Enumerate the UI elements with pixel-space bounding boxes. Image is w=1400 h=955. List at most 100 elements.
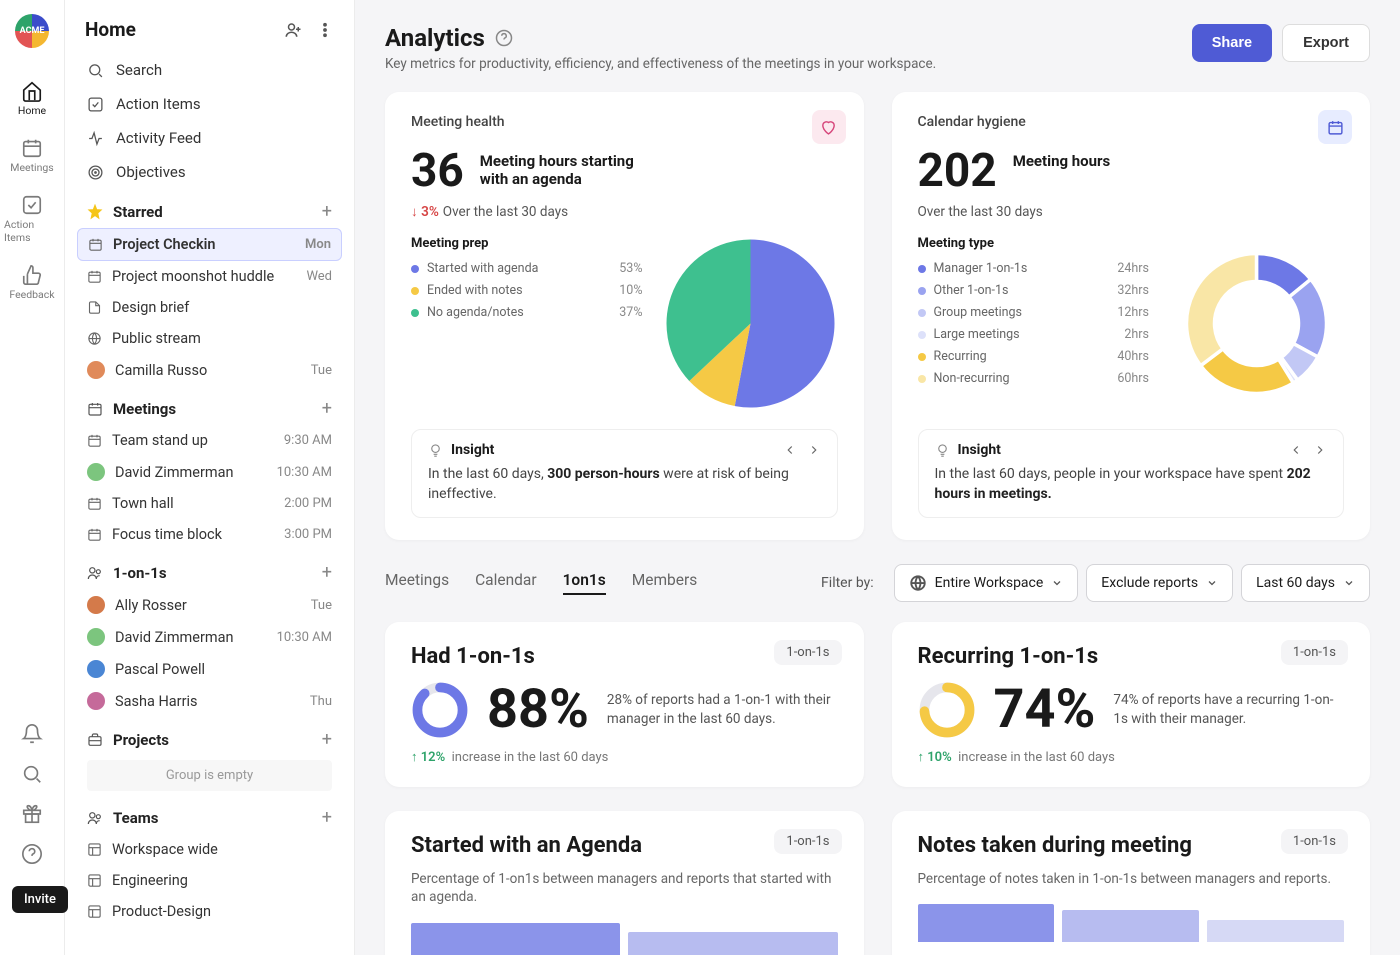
users-icon: [87, 810, 103, 826]
group-head-starred[interactable]: Starred+: [77, 189, 342, 228]
list-item[interactable]: David Zimmerman10:30 AM: [77, 621, 342, 653]
list-item[interactable]: Product-Design: [77, 896, 342, 927]
card-corner-tag: 1-on-1s: [774, 829, 841, 854]
filter-exclude-reports[interactable]: Exclude reports: [1086, 564, 1233, 602]
list-item[interactable]: Design brief: [77, 292, 342, 323]
tab-bar: MeetingsCalendar1on1sMembers Filter by: …: [385, 564, 1370, 602]
list-item[interactable]: Team stand up9:30 AM: [77, 425, 342, 456]
avatar: [87, 361, 105, 379]
gift-icon[interactable]: [21, 803, 43, 825]
check-square-icon: [87, 96, 104, 113]
list-item[interactable]: Workspace wide: [77, 834, 342, 865]
list-item[interactable]: Camilla RussoTue: [77, 354, 342, 386]
page-title: Analytics: [385, 24, 936, 52]
export-button[interactable]: Export: [1282, 24, 1370, 62]
bar-chart: [411, 923, 838, 955]
bulb-icon: [428, 443, 443, 458]
add-icon[interactable]: +: [322, 729, 332, 750]
empty-label: Group is empty: [87, 760, 332, 791]
arrow-right-icon[interactable]: [1313, 443, 1327, 457]
legend-row: Started with agenda53%: [411, 261, 643, 276]
search-icon[interactable]: [21, 763, 43, 785]
bulb-icon: [935, 443, 950, 458]
list-item[interactable]: Sasha HarrisThu: [77, 685, 342, 717]
calendar-icon: [87, 527, 102, 542]
page-subtitle: Key metrics for productivity, efficiency…: [385, 56, 936, 72]
rail-item-feedback[interactable]: Feedback: [4, 256, 60, 307]
group-head-teams[interactable]: Teams+: [77, 795, 342, 834]
chevron-down-icon: [1206, 577, 1218, 589]
list-item[interactable]: Public stream: [77, 323, 342, 354]
stat-percent: 74%: [994, 683, 1096, 737]
list-item[interactable]: Engineering: [77, 865, 342, 896]
donut-chart: [918, 681, 976, 739]
list-item[interactable]: Town hall2:00 PM: [77, 488, 342, 519]
sidebar-nav-activity-feed[interactable]: Activity Feed: [77, 121, 342, 155]
add-icon[interactable]: +: [322, 398, 332, 419]
list-item[interactable]: Ally RosserTue: [77, 589, 342, 621]
rail-item-home[interactable]: Home: [4, 72, 60, 123]
meeting-health-card: Meeting health 36 Meeting hours starting…: [385, 92, 864, 540]
legend-title: Meeting type: [918, 236, 1150, 251]
arrow-left-icon[interactable]: [1289, 443, 1303, 457]
tab-members[interactable]: Members: [632, 571, 698, 595]
workspace-logo[interactable]: ACME: [15, 14, 49, 48]
invite-button[interactable]: Invite: [12, 886, 68, 913]
stat-description: 28% of reports had a 1-on-1 with their m…: [607, 691, 838, 729]
started-agenda-card: 1-on-1s Started with an Agenda Percentag…: [385, 811, 864, 955]
arrow-right-icon[interactable]: [807, 443, 821, 457]
trend-row: ↓ 3% Over the last 30 days: [411, 204, 838, 220]
arrow-left-icon[interactable]: [783, 443, 797, 457]
rail-item-action-items[interactable]: Action Items: [4, 186, 60, 250]
tab-meetings[interactable]: Meetings: [385, 571, 449, 595]
stat-description: 74% of reports have a recurring 1-on-1s …: [1113, 691, 1344, 729]
tab-calendar[interactable]: Calendar: [475, 571, 537, 595]
insight-box: Insight In the last 60 days, people in y…: [918, 429, 1345, 518]
stat-percent: 88%: [487, 683, 589, 737]
list-item[interactable]: Focus time block3:00 PM: [77, 519, 342, 550]
list-item[interactable]: Project moonshot huddleWed: [77, 261, 342, 292]
calendar-icon: [87, 433, 102, 448]
filter-entire-workspace[interactable]: Entire Workspace: [894, 564, 1079, 602]
card-corner-tag: 1-on-1s: [1281, 829, 1348, 854]
sidebar-nav-search[interactable]: Search: [77, 53, 342, 87]
list-item[interactable]: Project CheckinMon: [77, 228, 342, 261]
bell-icon[interactable]: [21, 723, 43, 745]
rail-item-meetings[interactable]: Meetings: [4, 129, 60, 180]
info-icon[interactable]: [495, 29, 513, 47]
group-head-oneonones[interactable]: 1-on-1s+: [77, 550, 342, 589]
group-head-projects[interactable]: Projects+: [77, 717, 342, 756]
home-icon: [21, 80, 43, 102]
list-item[interactable]: David Zimmerman10:30 AM: [77, 456, 342, 488]
recurring-1on1s-card: 1-on-1s Recurring 1-on-1s 74% 74% of rep…: [892, 622, 1371, 787]
card-corner-tag: 1-on-1s: [1281, 640, 1348, 665]
donut-chart: [411, 681, 469, 739]
layout-icon: [87, 842, 102, 857]
sidebar-nav-action-items[interactable]: Action Items: [77, 87, 342, 121]
filter-last-60-days[interactable]: Last 60 days: [1241, 564, 1370, 602]
add-icon[interactable]: +: [322, 562, 332, 583]
calendar-icon: [1318, 110, 1352, 144]
add-icon[interactable]: +: [322, 807, 332, 828]
bar-chart: [918, 904, 1345, 942]
more-vertical-icon[interactable]: [316, 21, 334, 39]
tab-1on1s[interactable]: 1on1s: [563, 571, 606, 595]
calendar-icon: [87, 401, 103, 417]
share-button[interactable]: Share: [1192, 24, 1272, 62]
calendar-icon: [87, 269, 102, 284]
add-user-icon[interactable]: [284, 21, 302, 39]
group-head-meetings[interactable]: Meetings+: [77, 386, 342, 425]
help-icon[interactable]: [21, 843, 43, 865]
card-tag: Meeting health: [411, 114, 838, 130]
thumbs-up-icon: [21, 264, 43, 286]
stat-value: 202: [918, 148, 997, 194]
stat-subtitle: Percentage of notes taken in 1-on-1s bet…: [918, 870, 1345, 889]
heart-icon: [812, 110, 846, 144]
add-icon[interactable]: +: [322, 201, 332, 222]
avatar: [87, 660, 105, 678]
sidebar-nav-objectives[interactable]: Objectives: [77, 155, 342, 189]
increase-row: ↑ 12% increase in the last 60 days: [411, 749, 838, 765]
list-item[interactable]: Pascal Powell: [77, 653, 342, 685]
globe-icon: [87, 331, 102, 346]
calendar-hygiene-card: Calendar hygiene 202 Meeting hours Over …: [892, 92, 1371, 540]
